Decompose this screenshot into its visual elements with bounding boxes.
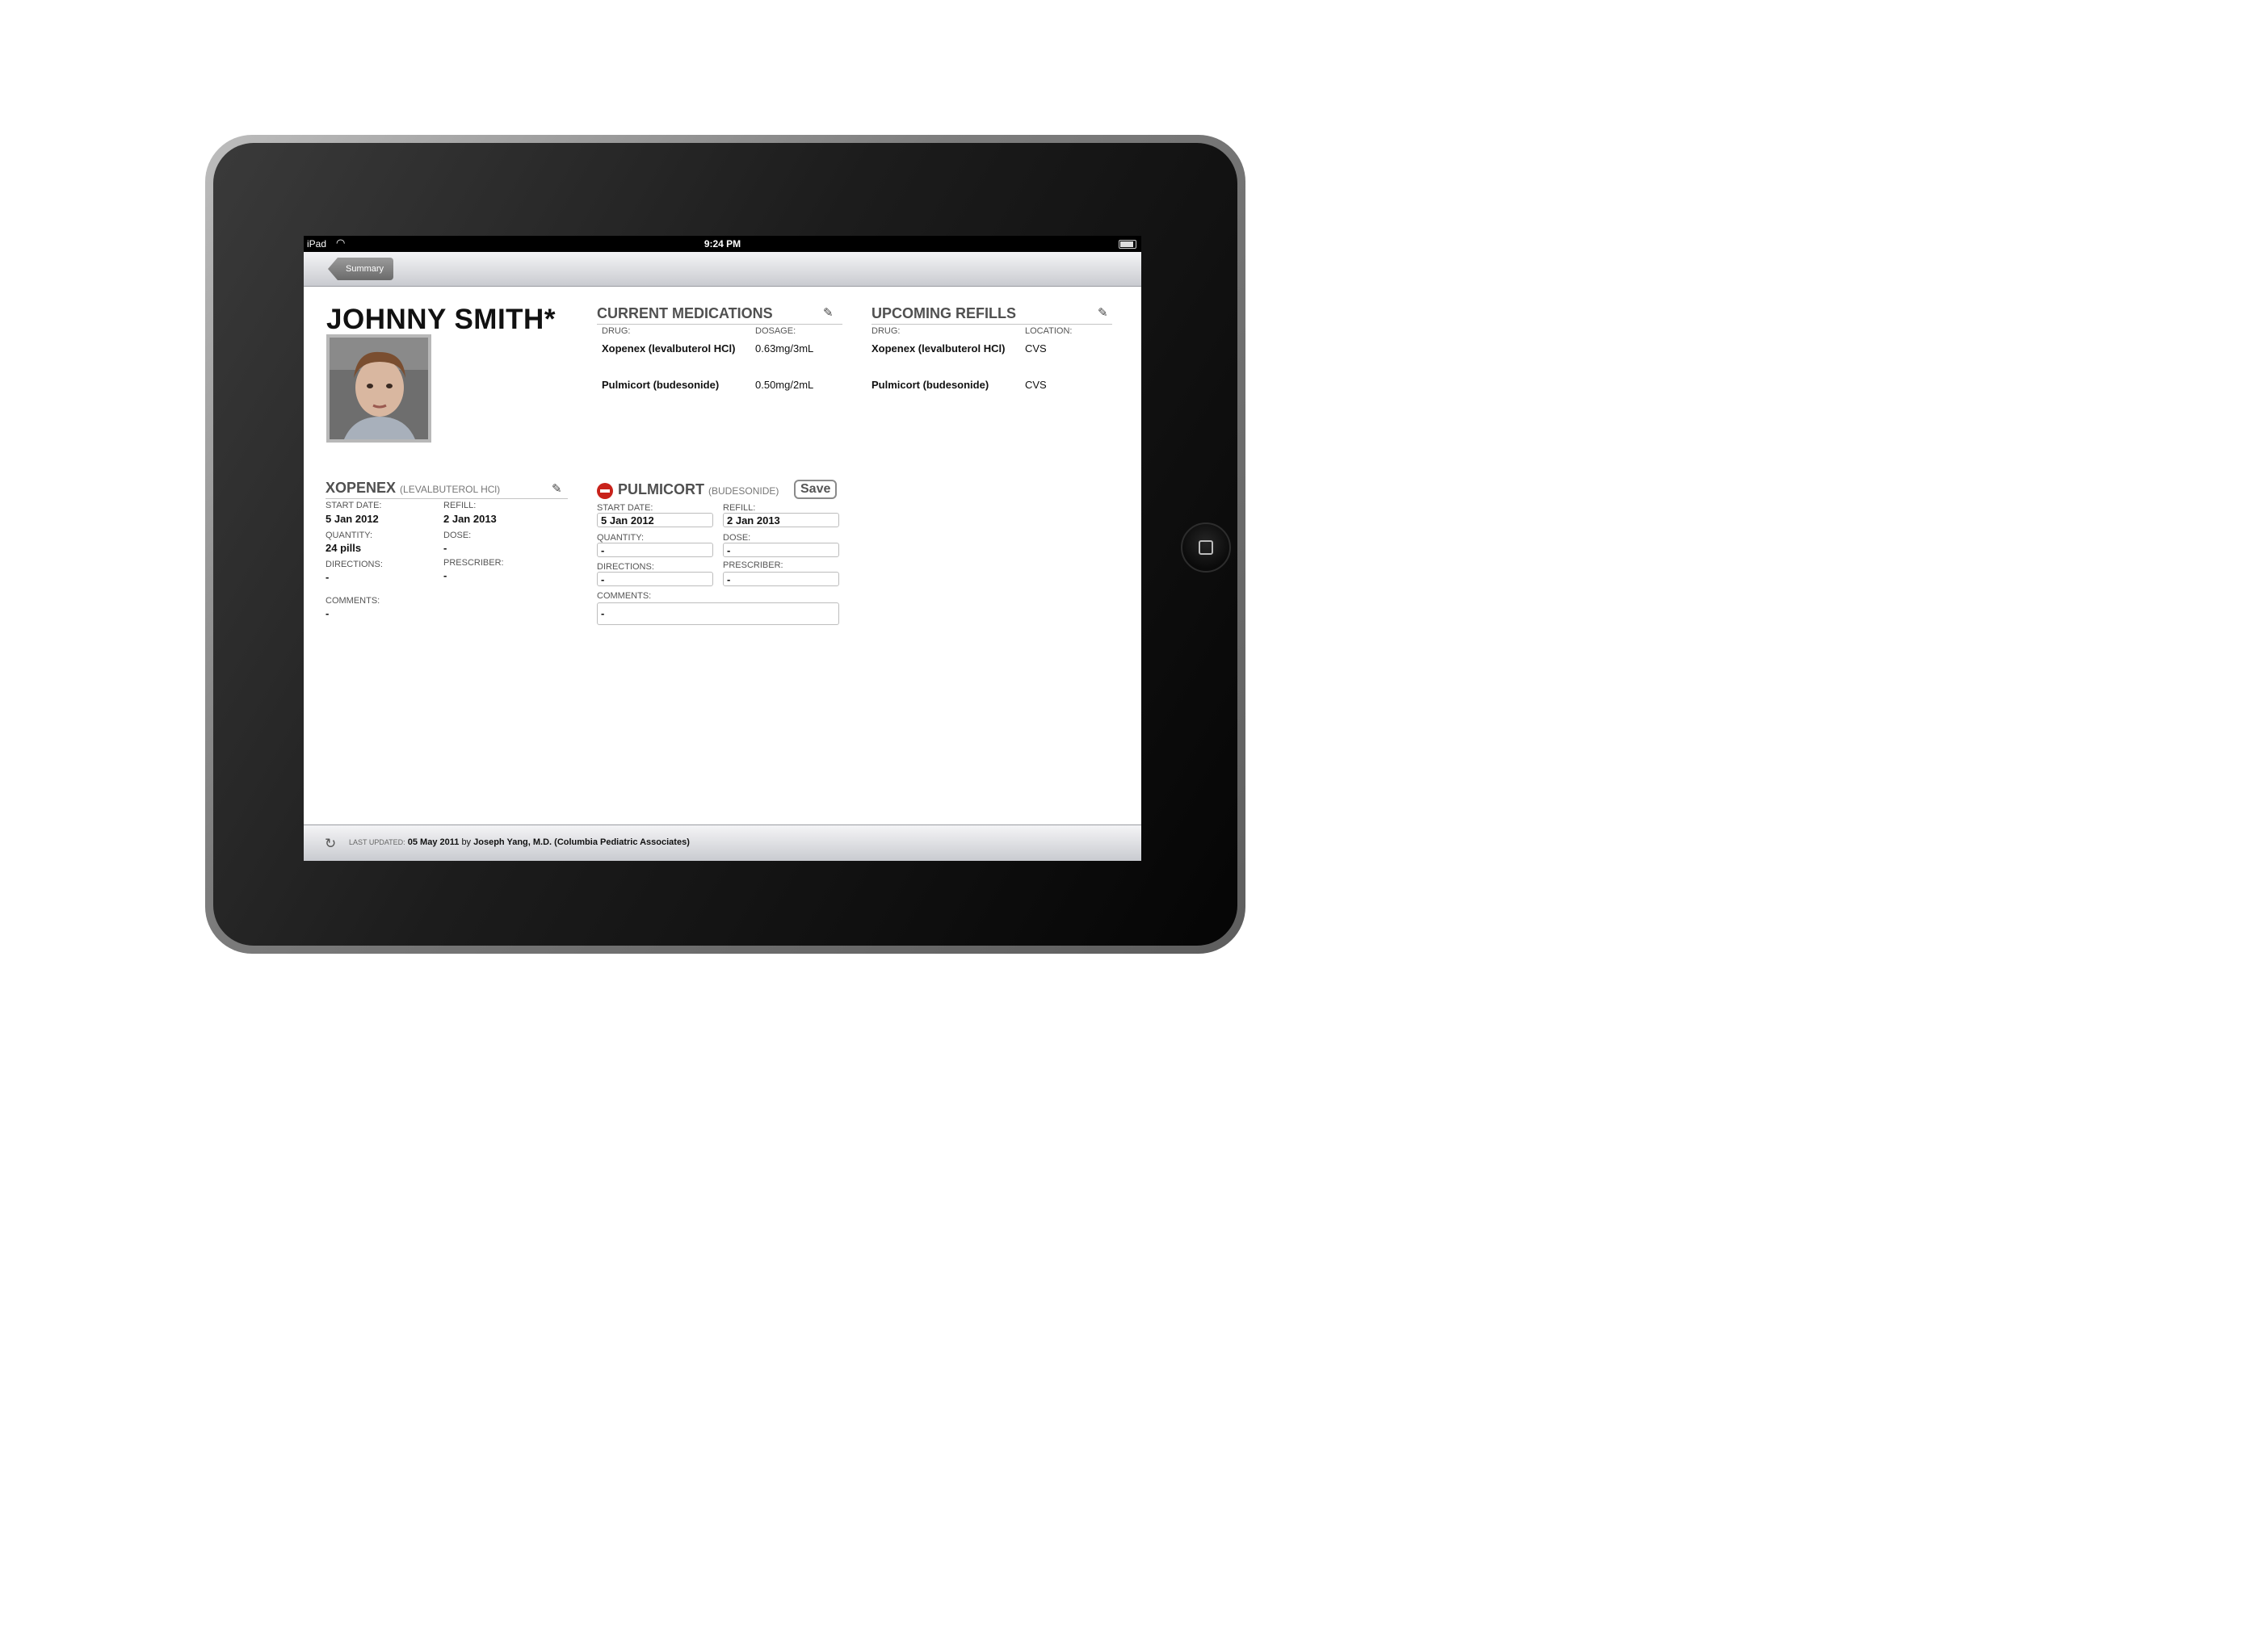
- main-content: JOHNNY SMITH* CURRENT MEDICATIONS ✎ DRUG…: [304, 286, 1141, 825]
- prescriber-field[interactable]: -: [723, 572, 839, 586]
- status-bar: iPad ◠ 9:24 PM: [304, 236, 1141, 252]
- quantity-field[interactable]: -: [597, 543, 713, 557]
- dose-field[interactable]: -: [723, 543, 839, 557]
- directions-value: -: [326, 571, 330, 583]
- save-button[interactable]: Save: [794, 480, 838, 499]
- col-drug-header: DRUG:: [602, 326, 631, 336]
- back-button[interactable]: Summary: [328, 258, 394, 280]
- last-updated-label: LAST UPDATED:: [349, 838, 405, 846]
- pulmicort-title: PULMICORT: [618, 481, 704, 497]
- last-updated-by: by: [461, 837, 472, 847]
- comments-value: -: [326, 607, 330, 619]
- refill-row-location: CVS: [1025, 342, 1047, 355]
- start-date-field[interactable]: 5 Jan 2012: [597, 513, 713, 527]
- xopenex-subtitle: (LEVALBUTEROL HCl): [400, 484, 501, 495]
- med-row-dosage: 0.50mg/2mL: [755, 379, 814, 391]
- start-date-label: START DATE:: [597, 503, 653, 513]
- last-updated-text: LAST UPDATED: 05 May 2011 by Joseph Yang…: [349, 837, 690, 847]
- xopenex-title: XOPENEX: [326, 480, 397, 496]
- med-row-dosage: 0.63mg/3mL: [755, 342, 814, 355]
- prescriber-value: -: [443, 569, 447, 581]
- pencil-icon[interactable]: ✎: [823, 305, 834, 320]
- refill-row-drug[interactable]: Xopenex (levalbuterol HCl): [872, 342, 1005, 355]
- pulmicort-subtitle: (BUDESONIDE): [708, 485, 779, 497]
- refill-row-drug[interactable]: Pulmicort (budesonide): [872, 379, 989, 391]
- navigation-bar: Summary: [304, 252, 1141, 287]
- last-updated-author: Joseph Yang, M.D. (Columbia Pediatric As…: [473, 837, 690, 847]
- current-medications-panel: CURRENT MEDICATIONS ✎ DRUG: DOSAGE: Xope…: [597, 305, 842, 413]
- prescriber-label: PRESCRIBER:: [723, 560, 783, 570]
- ipad-frame: iPad ◠ 9:24 PM Summary JOHNNY SMITH* CUR…: [205, 135, 1245, 954]
- refresh-icon[interactable]: ↻: [325, 836, 336, 852]
- med-row-drug[interactable]: Pulmicort (budesonide): [602, 379, 719, 391]
- directions-label: DIRECTIONS:: [326, 560, 383, 569]
- upcoming-refills-panel: UPCOMING REFILLS ✎ DRUG: LOCATION: Xopen…: [872, 305, 1112, 413]
- pulmicort-edit-panel: PULMICORT (BUDESONIDE) Save START DATE: …: [597, 480, 841, 640]
- directions-label: DIRECTIONS:: [597, 562, 654, 572]
- refill-field[interactable]: 2 Jan 2013: [723, 513, 839, 527]
- refill-label: REFILL:: [443, 501, 477, 510]
- current-medications-title: CURRENT MEDICATIONS: [597, 305, 842, 325]
- delete-icon[interactable]: [597, 483, 613, 499]
- directions-field[interactable]: -: [597, 572, 713, 586]
- col-dosage-header: DOSAGE:: [755, 326, 796, 336]
- refill-value: 2 Jan 2013: [443, 513, 497, 525]
- clock: 9:24 PM: [704, 238, 741, 250]
- xopenex-detail-panel: XOPENEX (LEVALBUTEROL HCl) ✎ START DATE:…: [326, 480, 568, 628]
- dose-label: DOSE:: [443, 531, 472, 540]
- quantity-label: QUANTITY:: [597, 533, 645, 543]
- start-date-label: START DATE:: [326, 501, 382, 510]
- last-updated-date: 05 May 2011: [407, 837, 460, 847]
- ipad-bezel: iPad ◠ 9:24 PM Summary JOHNNY SMITH* CUR…: [213, 143, 1237, 946]
- patient-photo: [326, 334, 431, 443]
- patient-name: JOHNNY SMITH*: [326, 304, 556, 335]
- upcoming-refills-title: UPCOMING REFILLS: [872, 305, 1112, 325]
- refill-label: REFILL:: [723, 503, 756, 513]
- xopenex-title-row: XOPENEX (LEVALBUTEROL HCl): [326, 480, 568, 499]
- quantity-value: 24 pills: [326, 542, 362, 554]
- col-location-header: LOCATION:: [1025, 326, 1073, 336]
- med-row-drug[interactable]: Xopenex (levalbuterol HCl): [602, 342, 735, 355]
- dose-label: DOSE:: [723, 533, 751, 543]
- home-button-icon[interactable]: [1181, 522, 1231, 573]
- quantity-label: QUANTITY:: [326, 531, 373, 540]
- start-date-value: 5 Jan 2012: [326, 513, 379, 525]
- refill-row-location: CVS: [1025, 379, 1047, 391]
- battery-icon: [1119, 240, 1136, 249]
- pencil-icon[interactable]: ✎: [552, 481, 562, 496]
- dose-value: -: [443, 542, 447, 554]
- pencil-icon[interactable]: ✎: [1098, 305, 1108, 320]
- prescriber-label: PRESCRIBER:: [443, 558, 504, 568]
- comments-label: COMMENTS:: [597, 591, 652, 601]
- comments-field[interactable]: -: [597, 602, 839, 625]
- comments-label: COMMENTS:: [326, 596, 380, 606]
- screen: iPad ◠ 9:24 PM Summary JOHNNY SMITH* CUR…: [304, 236, 1141, 861]
- footer-bar: ↻ LAST UPDATED: 05 May 2011 by Joseph Ya…: [304, 824, 1141, 861]
- col-drug-header: DRUG:: [872, 326, 901, 336]
